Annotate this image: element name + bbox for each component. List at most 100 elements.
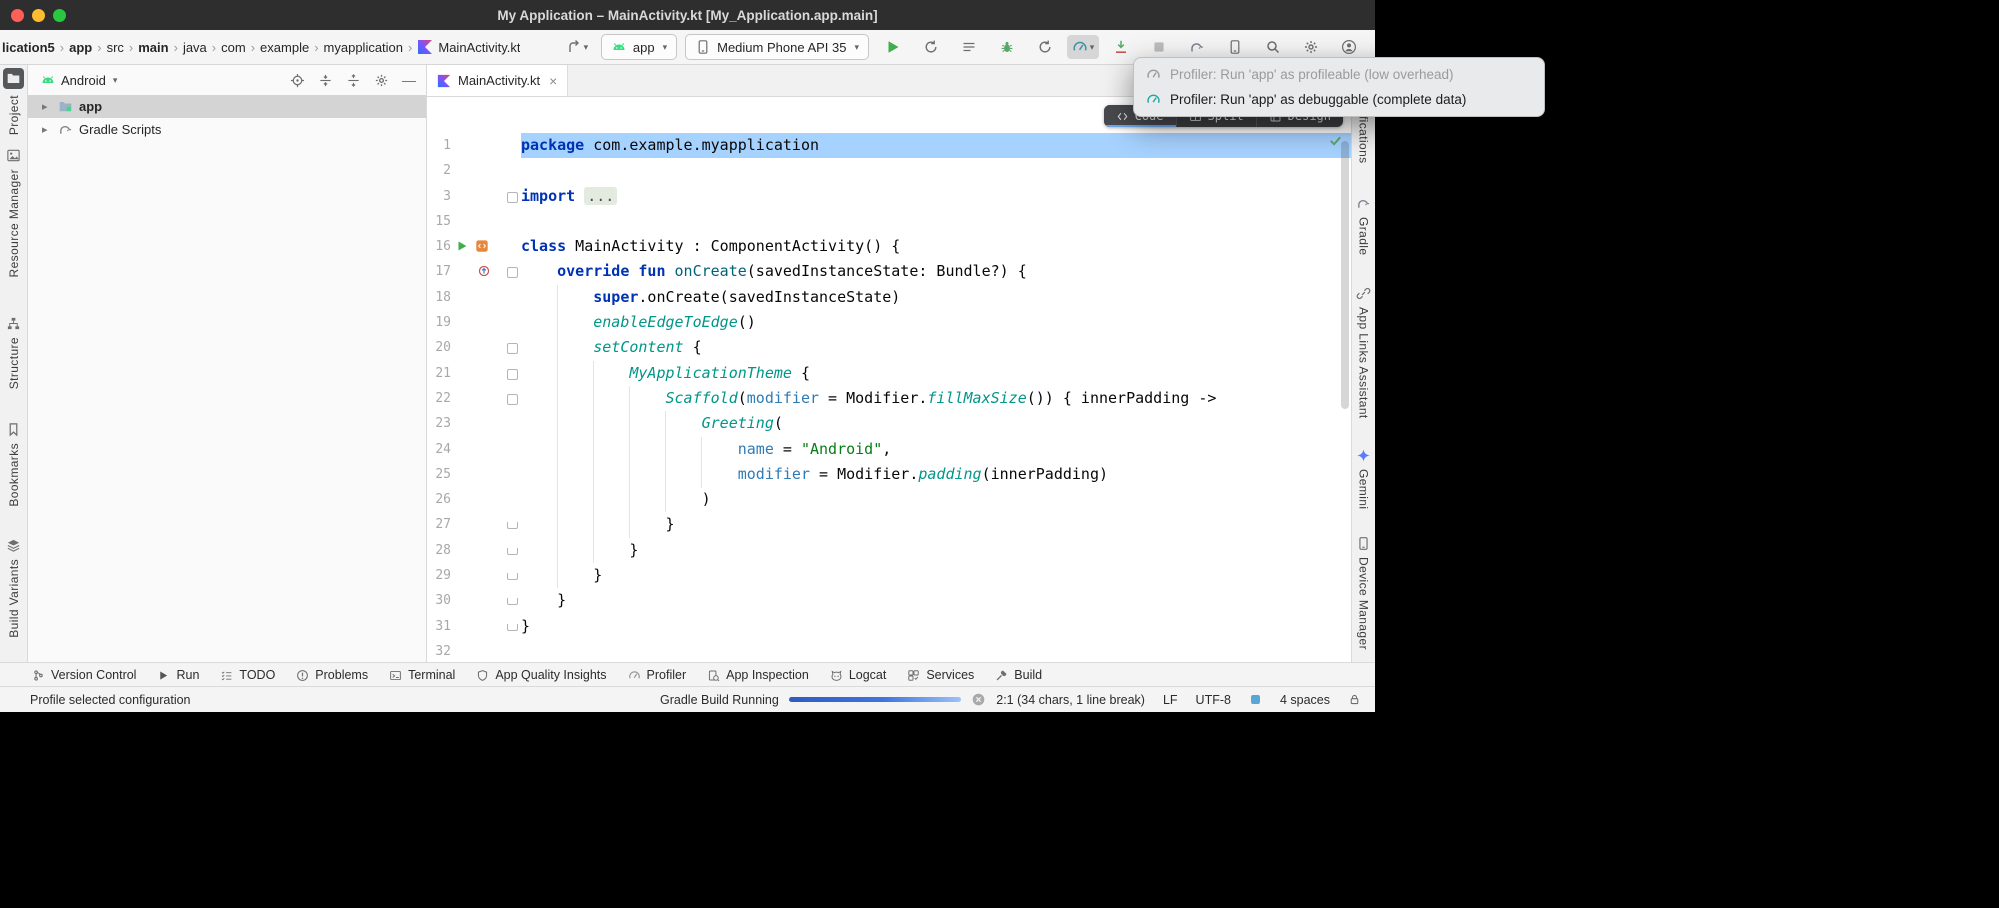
device-select[interactable]: Medium Phone API 35 ▾ [685,34,869,60]
code-line-16[interactable]: 16class MainActivity : ComponentActivity… [427,234,1351,259]
toolwindow-button-todo[interactable]: TODO [220,668,275,682]
code-line-2[interactable]: 2 [427,158,1351,183]
code-line-15[interactable]: 15 [427,209,1351,234]
code-line-22[interactable]: 22 Scaffold(modifier = Modifier.fillMaxS… [427,386,1351,411]
toolwindow-button-profiler[interactable]: Profiler [628,668,687,682]
code-line-19[interactable]: 19 enableEdgeToEdge() [427,310,1351,335]
hide-panel-button[interactable]: — [402,73,416,87]
panel-options-button[interactable] [374,73,389,88]
code-line-24[interactable]: 24 name = "Android", [427,437,1351,462]
select-opened-file-button[interactable] [290,73,305,88]
code-line-20[interactable]: 20 setContent { [427,335,1351,360]
breadcrumb-item-example[interactable]: example [260,40,309,55]
toolwindow-button-problems[interactable]: Problems [296,668,368,682]
tool-stripe-app-links-assistant[interactable]: App Links Assistant [1352,286,1375,419]
profiler-menu-item-1[interactable]: Profiler: Run 'app' as profileable (low … [1134,62,1544,87]
breadcrumb-item-myapplication[interactable]: myapplication [324,40,404,55]
fold-marker[interactable] [507,343,518,354]
fold-marker[interactable] [507,548,518,555]
code-line-29[interactable]: 29 } [427,563,1351,588]
fold-marker[interactable] [507,192,518,203]
cancel-build-icon[interactable] [971,692,986,707]
tool-stripe-gemini[interactable]: Gemini [1352,448,1375,509]
fold-marker[interactable] [507,267,518,278]
toolwindow-button-version-control[interactable]: Version Control [32,668,136,682]
code-line-26[interactable]: 26 ) [427,487,1351,512]
code-line-31[interactable]: 31} [427,614,1351,639]
code-line-30[interactable]: 30 } [427,588,1351,613]
tree-item-gradle-scripts[interactable]: ▸Gradle Scripts [28,118,426,141]
fold-marker[interactable] [507,598,518,605]
run-gutter-icon[interactable] [455,239,469,253]
toolwindow-button-build[interactable]: Build [995,668,1042,682]
tool-stripe-device-manager[interactable]: Device Manager [1352,536,1375,650]
stop-button[interactable] [1143,35,1175,59]
apply-changes-button[interactable] [915,35,947,59]
tool-stripe-structure[interactable]: Structure [0,316,27,389]
apply-code-changes-button[interactable] [1029,35,1061,59]
code-line-23[interactable]: 23 Greeting( [427,411,1351,436]
run-button[interactable] [877,35,909,59]
encoding-widget[interactable]: UTF-8 [1196,693,1231,707]
tool-stripe-project[interactable]: Project [0,68,27,135]
breadcrumb-item-mainactivity-kt[interactable]: MainActivity.kt [417,39,520,55]
fold-marker[interactable] [507,522,518,529]
toolwindow-button-logcat[interactable]: Logcat [830,668,887,682]
toolwindow-button-services[interactable]: Services [907,668,974,682]
indent-widget[interactable]: 4 spaces [1280,693,1330,707]
tool-stripe-bookmarks[interactable]: Bookmarks [0,422,27,507]
code-line-3[interactable]: 3import ... [427,184,1351,209]
toolwindow-button-terminal[interactable]: Terminal [389,668,455,682]
tool-stripe-resource-manager[interactable]: Resource Manager [0,148,27,277]
code-editor[interactable]: 1package com.example.myapplication23impo… [427,97,1351,663]
search-everywhere-button[interactable] [1257,35,1289,59]
code-line-28[interactable]: 28 } [427,538,1351,563]
collapse-all-button[interactable] [318,73,333,88]
code-line-25[interactable]: 25 modifier = Modifier.padding(innerPadd… [427,462,1351,487]
code-line-21[interactable]: 21 MyApplicationTheme { [427,361,1351,386]
expand-all-button[interactable] [346,73,361,88]
run-configuration-select[interactable]: app ▾ [601,34,677,60]
tree-item-app[interactable]: ▸app [28,95,426,118]
fold-marker[interactable] [507,369,518,380]
profiler-button[interactable]: ▾ [1067,35,1099,59]
code-line-17[interactable]: 17 override fun onCreate(savedInstanceSt… [427,259,1351,284]
code-line-27[interactable]: 27 } [427,512,1351,537]
settings-button[interactable] [1295,35,1327,59]
close-tab-icon[interactable]: × [549,73,557,89]
minimize-button[interactable] [32,9,45,22]
tool-stripe-build-variants[interactable]: Build Variants [0,538,27,638]
code-line-18[interactable]: 18 super.onCreate(savedInstanceState) [427,285,1351,310]
breadcrumb-item-app[interactable]: app [69,40,92,55]
breadcrumb-item-lication5[interactable]: lication5 [2,40,55,55]
lock-icon[interactable] [1348,693,1361,706]
tool-stripe-gradle[interactable]: Gradle [1352,196,1375,255]
fold-marker[interactable] [507,394,518,405]
caret-position-widget[interactable]: 2:1 (34 chars, 1 line break) [996,693,1145,707]
code-line-1[interactable]: 1package com.example.myapplication [427,133,1351,158]
attach-debugger-button[interactable] [1105,35,1137,59]
breadcrumb-item-src[interactable]: src [107,40,124,55]
account-button[interactable] [1333,35,1365,59]
toolwindow-button-app-inspection[interactable]: App Inspection [707,668,809,682]
project-view-selector[interactable]: Android [61,73,106,88]
close-button[interactable] [11,9,24,22]
fold-marker[interactable] [507,573,518,580]
breadcrumb-item-main[interactable]: main [138,40,168,55]
editor-tab-mainactivity[interactable]: MainActivity.kt × [427,65,568,96]
code-line-32[interactable]: 32 [427,639,1351,663]
zoom-button[interactable] [53,9,66,22]
breadcrumb-item-com[interactable]: com [221,40,246,55]
toolwindow-button-run[interactable]: Run [157,668,199,682]
chevron-right-icon[interactable]: ▸ [42,123,52,136]
line-separator-widget[interactable]: LF [1163,693,1178,707]
device-manager-button[interactable] [1219,35,1251,59]
vcs-update-button[interactable]: ▾ [561,35,593,59]
editor-scrollbar[interactable] [1341,141,1349,409]
chevron-right-icon[interactable]: ▸ [42,100,52,113]
status-widget-icon[interactable] [1249,693,1262,706]
debug-button[interactable] [991,35,1023,59]
toolwindow-button-app-quality-insights[interactable]: App Quality Insights [476,668,606,682]
sync-gradle-button[interactable] [1181,35,1213,59]
profiler-menu-item-2[interactable]: Profiler: Run 'app' as debuggable (compl… [1134,87,1544,112]
